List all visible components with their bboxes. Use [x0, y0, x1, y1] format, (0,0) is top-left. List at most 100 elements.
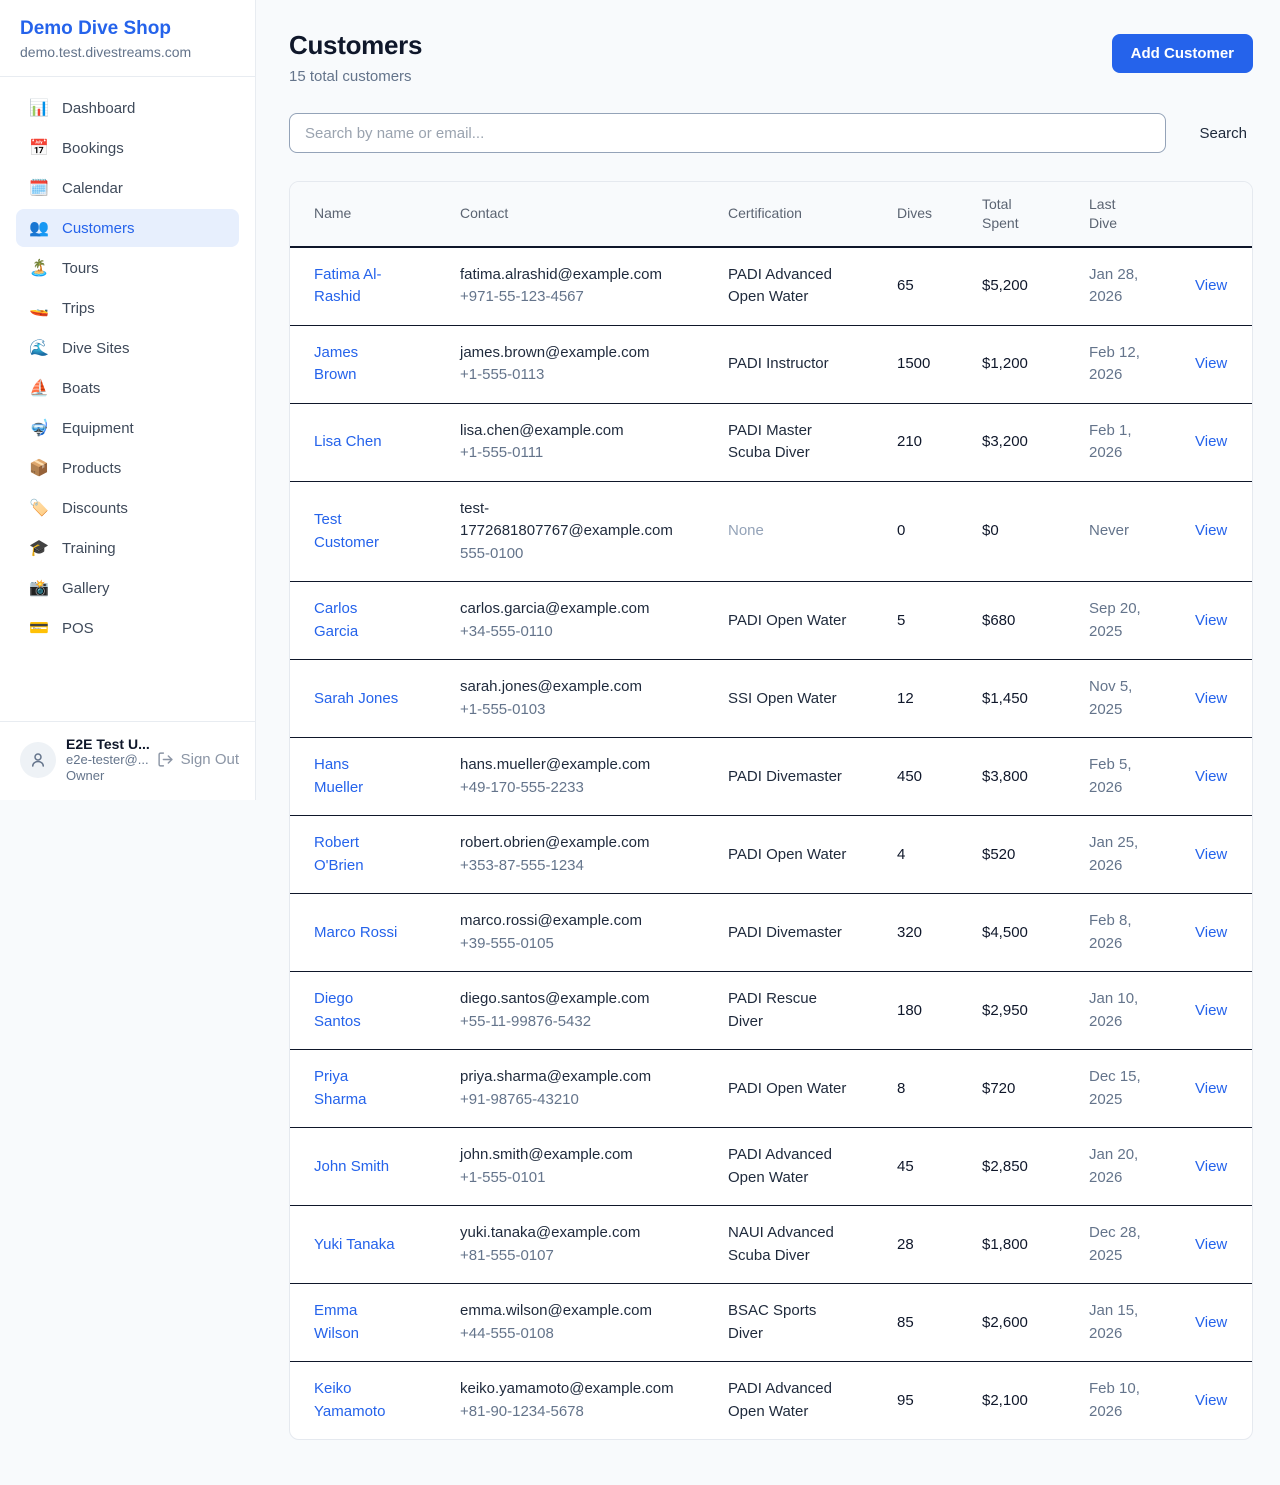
table-row: Test Customer test-1772681807767@example…: [290, 481, 1252, 582]
view-customer-link[interactable]: View: [1195, 690, 1227, 707]
customer-name-link[interactable]: John Smith: [314, 1158, 389, 1175]
customer-phone: +1-555-0113: [460, 364, 700, 387]
main-content: Customers 15 total customers Add Custome…: [256, 0, 1280, 1480]
sidebar-item-tours[interactable]: 🏝️ Tours: [16, 249, 239, 287]
customer-dives: 210: [897, 403, 982, 481]
customers-people-icon: 👥: [28, 218, 50, 238]
bookings-calendar-icon: 📅: [28, 138, 50, 158]
sidebar-item-trips[interactable]: 🚤 Trips: [16, 289, 239, 327]
customer-phone: +1-555-0101: [460, 1167, 700, 1190]
sidebar-item-equipment[interactable]: 🤿 Equipment: [16, 409, 239, 447]
customer-dives: 28: [897, 1206, 982, 1284]
customer-email: priya.sharma@example.com: [460, 1066, 700, 1089]
view-customer-link[interactable]: View: [1195, 355, 1227, 372]
view-customer-link[interactable]: View: [1195, 1236, 1227, 1253]
pos-card-icon: 💳: [28, 618, 50, 638]
search-input[interactable]: [289, 113, 1166, 153]
sidebar-item-label: Products: [62, 460, 121, 477]
sidebar-item-label: Discounts: [62, 500, 128, 517]
sidebar-item-discounts[interactable]: 🏷️ Discounts: [16, 489, 239, 527]
customer-name-link[interactable]: Sarah Jones: [314, 690, 398, 707]
customer-phone: +34-555-0110: [460, 621, 700, 644]
customer-name-link[interactable]: Test Customer: [314, 511, 379, 551]
user-block: E2E Test U... e2e-tester@... Owner Sign …: [0, 721, 255, 801]
sidebar-item-products[interactable]: 📦 Products: [16, 449, 239, 487]
customer-certification: PADI Rescue Diver: [728, 972, 897, 1050]
sidebar-item-boats[interactable]: ⛵ Boats: [16, 369, 239, 407]
customer-name-link[interactable]: Marco Rossi: [314, 924, 397, 941]
view-customer-link[interactable]: View: [1195, 1314, 1227, 1331]
customer-total-spent: $5,200: [982, 247, 1089, 326]
table-row: Diego Santos diego.santos@example.com+55…: [290, 972, 1252, 1050]
table-header-row: Name Contact Certification Dives Total S…: [290, 182, 1252, 247]
table-row: Sarah Jones sarah.jones@example.com+1-55…: [290, 660, 1252, 738]
view-customer-link[interactable]: View: [1195, 846, 1227, 863]
column-header-total-spent: Total Spent: [982, 182, 1089, 247]
view-customer-link[interactable]: View: [1195, 522, 1227, 539]
customer-name-link[interactable]: Hans Mueller: [314, 756, 363, 796]
sign-out-button[interactable]: Sign Out: [157, 751, 239, 768]
customer-total-spent: $520: [982, 816, 1089, 894]
column-header-certification: Certification: [728, 182, 897, 247]
column-header-name: Name: [290, 182, 460, 247]
customer-email: robert.obrien@example.com: [460, 832, 700, 855]
view-customer-link[interactable]: View: [1195, 768, 1227, 785]
search-button[interactable]: Search: [1193, 117, 1253, 150]
user-email: e2e-tester@...: [66, 752, 147, 768]
person-icon: [29, 751, 47, 769]
sidebar-item-dive-sites[interactable]: 🌊 Dive Sites: [16, 329, 239, 367]
sidebar-item-calendar[interactable]: 🗓️ Calendar: [16, 169, 239, 207]
customer-last-dive: Dec 15, 2025: [1089, 1050, 1195, 1128]
customer-name-link[interactable]: Lisa Chen: [314, 433, 382, 450]
view-customer-link[interactable]: View: [1195, 1158, 1227, 1175]
sidebar-item-bookings[interactable]: 📅 Bookings: [16, 129, 239, 167]
view-customer-link[interactable]: View: [1195, 433, 1227, 450]
customer-name-link[interactable]: Priya Sharma: [314, 1068, 367, 1108]
customer-certification: BSAC Sports Diver: [728, 1284, 897, 1362]
view-customer-link[interactable]: View: [1195, 1392, 1227, 1409]
app-layout: Demo Dive Shop demo.test.divestreams.com…: [0, 0, 1280, 1480]
customer-name-link[interactable]: Yuki Tanaka: [314, 1236, 395, 1253]
sidebar-item-label: Calendar: [62, 180, 123, 197]
customer-dives: 1500: [897, 325, 982, 403]
customer-certification: PADI Advanced Open Water: [728, 247, 897, 326]
customer-name-link[interactable]: James Brown: [314, 344, 358, 384]
sidebar-item-training[interactable]: 🎓 Training: [16, 529, 239, 567]
customer-total-spent: $680: [982, 582, 1089, 660]
page-header-text: Customers 15 total customers: [289, 30, 422, 85]
customer-name-link[interactable]: Diego Santos: [314, 990, 361, 1030]
view-customer-link[interactable]: View: [1195, 924, 1227, 941]
customer-name-link[interactable]: Robert O'Brien: [314, 834, 364, 874]
view-customer-link[interactable]: View: [1195, 1080, 1227, 1097]
customer-name-link[interactable]: Keiko Yamamoto: [314, 1380, 385, 1420]
shop-header: Demo Dive Shop demo.test.divestreams.com: [0, 0, 255, 77]
customer-certification: NAUI Advanced Scuba Diver: [728, 1206, 897, 1284]
shop-domain: demo.test.divestreams.com: [20, 44, 235, 60]
customer-dives: 4: [897, 816, 982, 894]
customer-total-spent: $2,850: [982, 1128, 1089, 1206]
add-customer-button[interactable]: Add Customer: [1112, 34, 1253, 73]
customer-name-link[interactable]: Emma Wilson: [314, 1302, 359, 1342]
customer-phone: 555-0100: [460, 543, 700, 566]
sidebar-item-dashboard[interactable]: 📊 Dashboard: [16, 89, 239, 127]
customer-dives: 65: [897, 247, 982, 326]
table-row: Priya Sharma priya.sharma@example.com+91…: [290, 1050, 1252, 1128]
view-customer-link[interactable]: View: [1195, 277, 1227, 294]
customer-name-link[interactable]: Carlos Garcia: [314, 600, 358, 640]
customer-total-spent: $3,800: [982, 738, 1089, 816]
column-header-last-dive: Last Dive: [1089, 182, 1195, 247]
customer-dives: 12: [897, 660, 982, 738]
customer-certification: PADI Instructor: [728, 325, 897, 403]
customer-certification: PADI Divemaster: [728, 894, 897, 972]
view-customer-link[interactable]: View: [1195, 1002, 1227, 1019]
sidebar-item-pos[interactable]: 💳 POS: [16, 609, 239, 647]
sidebar-item-customers[interactable]: 👥 Customers: [16, 209, 239, 247]
avatar: [20, 742, 56, 778]
page-header: Customers 15 total customers Add Custome…: [289, 30, 1253, 85]
sidebar-nav: 📊 Dashboard 📅 Bookings 🗓️ Calendar 👥 Cus…: [0, 77, 255, 657]
sidebar-item-gallery[interactable]: 📸 Gallery: [16, 569, 239, 607]
column-header-dives: Dives: [897, 182, 982, 247]
view-customer-link[interactable]: View: [1195, 612, 1227, 629]
customer-name-link[interactable]: Fatima Al-Rashid: [314, 266, 382, 306]
training-gradcap-icon: 🎓: [28, 538, 50, 558]
